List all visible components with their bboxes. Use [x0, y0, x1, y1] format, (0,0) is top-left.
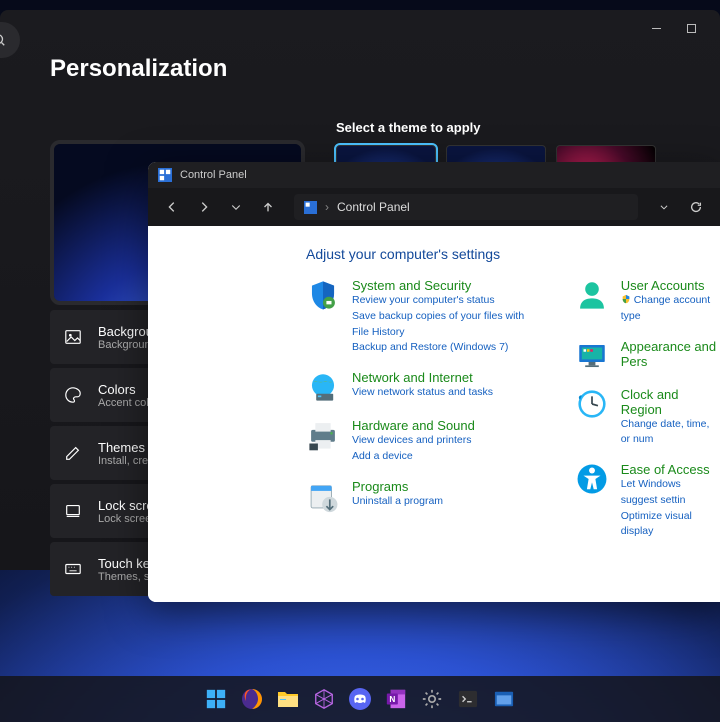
recent-button[interactable] [222, 193, 250, 221]
cp-toolbar: › Control Panel [148, 188, 720, 226]
category-link[interactable]: Add a device [352, 449, 475, 465]
control-panel-window: Control Panel › Control Panel Adjust you… [148, 162, 720, 602]
category-link[interactable]: Review your computer's status [352, 293, 535, 309]
cp-category: Hardware and SoundView devices and print… [306, 418, 535, 465]
up-button[interactable] [254, 193, 282, 221]
taskbar-explorer[interactable] [274, 685, 302, 713]
shield-icon [306, 278, 340, 312]
category-link[interactable]: Backup and Restore (Windows 7) [352, 340, 535, 356]
category-title[interactable]: Network and Internet [352, 370, 493, 385]
access-icon [575, 462, 609, 496]
back-button[interactable] [158, 193, 186, 221]
category-link[interactable]: Uninstall a program [352, 494, 443, 510]
clock-icon [575, 387, 609, 421]
refresh-button[interactable] [682, 193, 710, 221]
control-panel-icon [304, 201, 317, 214]
category-title[interactable]: System and Security [352, 278, 535, 293]
svg-text:N: N [389, 695, 395, 704]
address-dropdown[interactable] [650, 193, 678, 221]
cp-category: Clock and RegionChange date, time, or nu… [575, 387, 720, 449]
category-title[interactable]: Appearance and Pers [621, 339, 720, 369]
breadcrumb[interactable]: Control Panel [337, 200, 410, 214]
cp-category: Appearance and Pers [575, 339, 720, 373]
maximize-button[interactable] [685, 22, 698, 35]
taskbar-app[interactable] [490, 685, 518, 713]
chevron-right-icon: › [325, 200, 329, 214]
category-title[interactable]: Programs [352, 479, 443, 494]
category-link[interactable]: Change date, time, or num [621, 417, 720, 449]
cp-category: System and SecurityReview your computer'… [306, 278, 535, 356]
pencil-icon [64, 444, 82, 462]
category-title[interactable]: User Accounts [621, 278, 720, 293]
cp-titlebar[interactable]: Control Panel [148, 162, 720, 188]
settings-titlebar [0, 10, 720, 47]
cp-right-column: User AccountsChange account type Appearan… [575, 278, 720, 540]
category-title[interactable]: Ease of Access [621, 462, 720, 477]
cp-window-title: Control Panel [180, 169, 247, 181]
category-link[interactable]: Save backup copies of your files with Fi… [352, 309, 535, 341]
category-link[interactable]: Let Windows suggest settin [621, 477, 720, 509]
taskbar: N [0, 676, 720, 722]
cp-category: ProgramsUninstall a program [306, 479, 535, 513]
forward-button[interactable] [190, 193, 218, 221]
cp-heading: Adjust your computer's settings [306, 246, 720, 262]
cp-left-column: System and SecurityReview your computer'… [306, 278, 535, 540]
category-title[interactable]: Hardware and Sound [352, 418, 475, 433]
taskbar-store[interactable] [310, 685, 338, 713]
category-link[interactable]: Optimize visual display [621, 509, 720, 541]
lock-icon [64, 502, 82, 520]
minimize-button[interactable] [650, 22, 663, 35]
taskbar-onenote[interactable]: N [382, 685, 410, 713]
category-link[interactable]: View devices and printers [352, 433, 475, 449]
category-link[interactable]: View network status and tasks [352, 385, 493, 401]
image-icon [64, 328, 82, 346]
taskbar-terminal[interactable] [454, 685, 482, 713]
cp-body: Adjust your computer's settings System a… [148, 226, 720, 602]
start-button[interactable] [202, 685, 230, 713]
taskbar-settings[interactable] [418, 685, 446, 713]
monitor-icon [575, 339, 609, 373]
user-icon [575, 278, 609, 312]
search-icon [0, 33, 6, 47]
address-bar[interactable]: › Control Panel [294, 194, 638, 220]
globe-icon [306, 370, 340, 404]
palette-icon [64, 386, 82, 404]
cp-category: User AccountsChange account type [575, 278, 720, 325]
cp-category: Network and InternetView network status … [306, 370, 535, 404]
keyboard-icon [64, 560, 82, 578]
taskbar-discord[interactable] [346, 685, 374, 713]
category-title[interactable]: Clock and Region [621, 387, 720, 417]
box-icon [306, 479, 340, 513]
taskbar-firefox[interactable] [238, 685, 266, 713]
page-title: Personalization [50, 55, 670, 83]
cp-category: Ease of AccessLet Windows suggest settin… [575, 462, 720, 540]
control-panel-icon [158, 168, 172, 182]
printer-icon [306, 418, 340, 452]
category-link[interactable]: Change account type [621, 293, 720, 325]
theme-label: Select a theme to apply [336, 120, 656, 135]
